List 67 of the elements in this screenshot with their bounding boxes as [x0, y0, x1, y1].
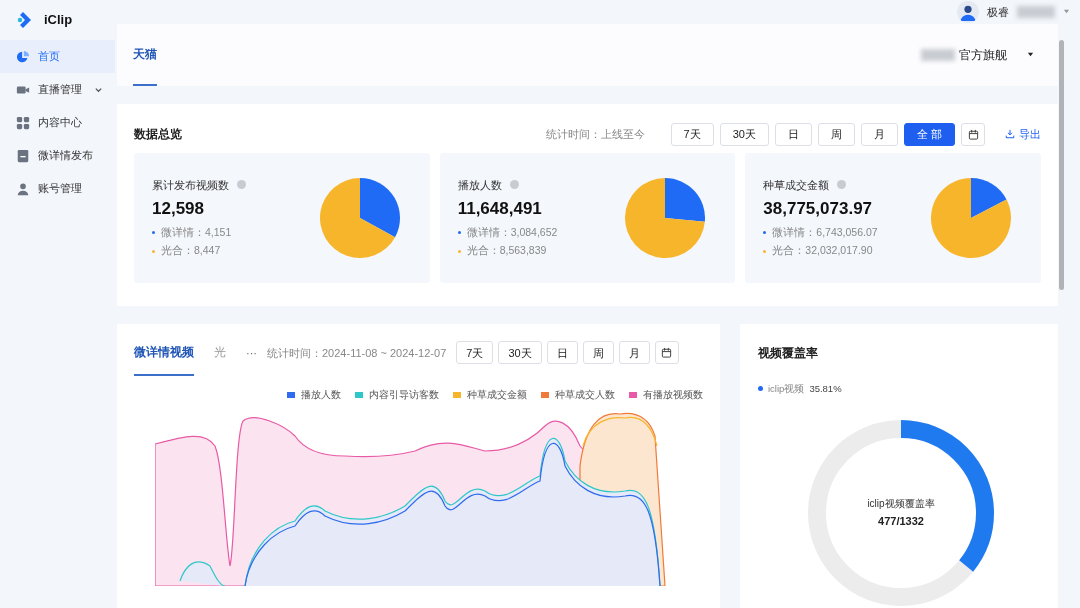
- export-button[interactable]: 导出: [1005, 126, 1041, 143]
- range-button[interactable]: 30天: [719, 122, 769, 146]
- info-icon[interactable]: [237, 180, 246, 190]
- card-value: 12,598: [152, 198, 205, 220]
- breakdown-text: 微详情：6,743,056.07: [772, 224, 878, 240]
- range-button[interactable]: 全 部: [903, 122, 955, 146]
- range-button[interactable]: 7天: [456, 341, 494, 365]
- donut-value: 477/1332: [878, 514, 924, 530]
- breakdown-text: 光合：8,563,839: [466, 243, 547, 259]
- range-button[interactable]: 周: [582, 341, 614, 365]
- pie-chart-icon: [16, 49, 30, 64]
- caret-icon[interactable]: [1063, 8, 1070, 16]
- range-button[interactable]: 月: [860, 122, 898, 146]
- chevron-icon: [94, 85, 103, 94]
- app-name: iClip: [44, 11, 73, 30]
- scrollbar[interactable]: [1059, 40, 1064, 290]
- donut-label: iclip视频覆盖率: [867, 497, 935, 512]
- calendar-icon: [967, 128, 979, 140]
- stat-time: 统计时间：上线至今: [545, 127, 645, 142]
- grid-icon: [16, 115, 30, 130]
- stat-time: 统计时间：2024-11-08 ~ 2024-12-07: [267, 345, 447, 361]
- avatar[interactable]: [957, 0, 979, 23]
- store-select[interactable]: 官方旗舰: [959, 45, 1034, 64]
- document-icon: [16, 148, 30, 163]
- range-button[interactable]: 日: [546, 341, 578, 365]
- range-button[interactable]: 月: [618, 341, 650, 365]
- redaction-blur: [921, 48, 955, 61]
- section-title: 数据总览: [134, 126, 183, 144]
- card-value: 38,775,073.97: [763, 198, 874, 220]
- breakdown-text: 微详情：3,084,652: [466, 224, 558, 240]
- info-icon[interactable]: [509, 180, 519, 190]
- section-title: 视频覆盖率: [758, 344, 819, 362]
- sidebar-item[interactable]: 微详情发布: [0, 139, 115, 172]
- range-button[interactable]: 周: [817, 122, 855, 146]
- card-title: 播放人数: [457, 177, 502, 193]
- platform-tab[interactable]: 天猫: [133, 23, 157, 86]
- legend-label: iclip视频: [768, 381, 805, 396]
- calendar-icon: [661, 347, 673, 359]
- sidebar-item[interactable]: 直播管理: [0, 73, 115, 106]
- legend-label: 种草成交金额: [467, 387, 527, 402]
- download-icon: [1005, 129, 1015, 140]
- sidebar-item[interactable]: 首页: [0, 40, 115, 73]
- card-title: 种草成交金额: [763, 177, 830, 193]
- sidebar-item[interactable]: 内容中心: [0, 106, 115, 139]
- more-button[interactable]: ···: [246, 329, 257, 376]
- breakdown-text: 微详情：4,151: [161, 224, 232, 240]
- range-button[interactable]: 30天: [498, 341, 542, 365]
- percent-text: 35.81%: [809, 381, 842, 396]
- info-icon[interactable]: [837, 180, 847, 190]
- range-button[interactable]: 7天: [670, 122, 714, 146]
- calendar-button[interactable]: [961, 122, 985, 146]
- sidebar-item[interactable]: 账号管理: [0, 172, 115, 205]
- breakdown-text: 光合：32,032,017.90: [772, 243, 873, 259]
- caret-icon: [1027, 51, 1034, 59]
- card-title: 累计发布视频数: [152, 177, 229, 193]
- legend-label: 播放人数: [301, 387, 341, 402]
- legend-label: 种草成交人数: [555, 387, 615, 402]
- legend-label: 有播放视频数: [643, 387, 703, 402]
- chart-tab[interactable]: 微详情视频: [134, 329, 194, 376]
- calendar-button[interactable]: [654, 341, 679, 365]
- redaction-blur: [1017, 5, 1055, 18]
- legend-label: 内容引导访客数: [369, 387, 439, 402]
- breakdown-text: 光合：8,447: [161, 243, 221, 259]
- card-value: 11,648,491: [457, 198, 543, 220]
- range-button[interactable]: 日: [774, 122, 812, 146]
- person-icon: [16, 181, 30, 196]
- user-name[interactable]: 极睿: [987, 3, 1009, 21]
